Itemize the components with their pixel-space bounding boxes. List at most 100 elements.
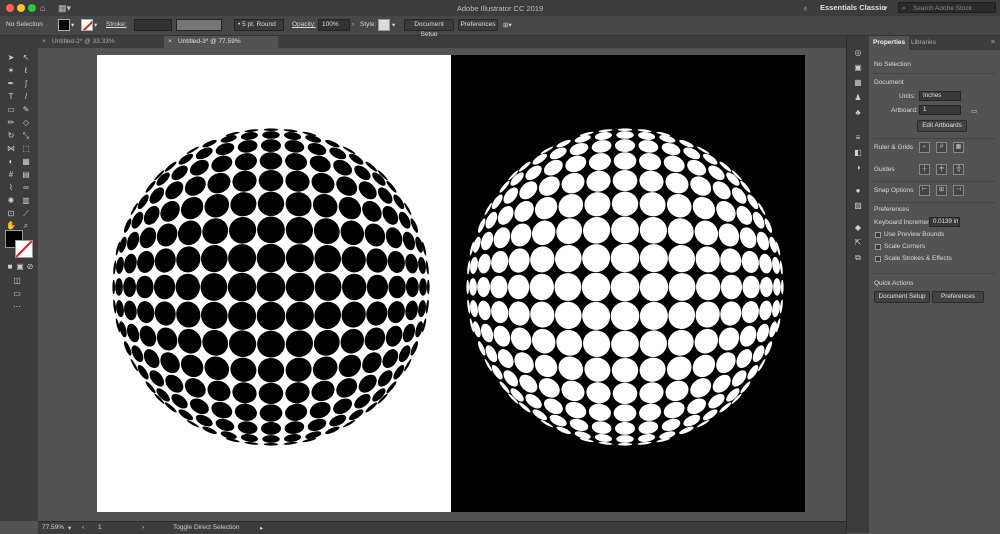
units-dropdown[interactable]: Inches [919, 91, 961, 101]
magic-wand-tool-icon[interactable]: ✶ [6, 66, 16, 76]
status-menu-icon[interactable]: ▸ [260, 524, 263, 532]
tab-properties[interactable]: Properties [869, 36, 910, 50]
screen-mode-icon[interactable]: ▭ [12, 289, 22, 299]
preferences-button[interactable]: Preferences [458, 19, 498, 31]
eraser-tool-icon[interactable]: ◇ [21, 118, 31, 128]
swatches-panel-icon[interactable]: ▦ [853, 78, 863, 88]
column-graph-tool-icon[interactable]: ▥ [21, 196, 31, 206]
stroke-color-swatch[interactable] [81, 19, 93, 31]
stroke-color-box[interactable] [15, 240, 33, 258]
adobe-stock-search-input[interactable]: ⌕ Search Adobe Stock [898, 2, 996, 13]
opacity-field[interactable]: 100% [318, 19, 350, 31]
symbol-sprayer-tool-icon[interactable]: ✺ [6, 196, 16, 206]
chevron-down-icon[interactable]: ▾ [883, 3, 888, 14]
color-mode-icon[interactable]: ■ [5, 262, 15, 272]
paintbrush-tool-icon[interactable]: ✎ [21, 105, 31, 115]
appearance-panel-icon[interactable]: ● [853, 186, 863, 196]
drawing-modes-icon[interactable]: ◫ [12, 276, 22, 286]
rotate-tool-icon[interactable]: ↻ [6, 131, 16, 141]
shape-builder-tool-icon[interactable]: ◐ [6, 157, 16, 167]
none-mode-icon[interactable]: ⊘ [25, 262, 35, 272]
stroke-weight-field[interactable] [134, 19, 172, 31]
gradient-mode-icon[interactable]: ▣ [15, 262, 25, 272]
document-setup-button[interactable]: Document Setup [404, 19, 454, 38]
opacity-label[interactable]: Opacity: [292, 21, 316, 28]
variable-width-profile[interactable] [176, 19, 222, 31]
rulers-icon[interactable]: ⌐ [919, 142, 930, 153]
fill-dropdown-icon[interactable]: ▾ [71, 21, 74, 29]
workspace-switcher[interactable]: Essentials Classic [820, 3, 885, 12]
grid-icon[interactable]: # [936, 142, 947, 153]
width-tool-icon[interactable]: ⋈ [6, 144, 16, 154]
scale-corners-checkbox[interactable] [875, 244, 881, 250]
free-transform-tool-icon[interactable]: ⬚ [21, 144, 31, 154]
curvature-tool-icon[interactable]: ∫ [21, 79, 31, 89]
lasso-tool-icon[interactable]: ℓ [21, 66, 31, 76]
asset-export-icon[interactable]: ⇱ [853, 238, 863, 248]
keyboard-increment-field[interactable]: 0.0139 in [929, 217, 960, 227]
stroke-dropdown-icon[interactable]: ▾ [94, 21, 97, 29]
stroke-panel-icon[interactable]: ≡ [853, 133, 863, 143]
slice-tool-icon[interactable]: ⟋ [21, 209, 31, 219]
artboard-tool-icon[interactable]: ⊡ [6, 209, 16, 219]
line-segment-tool-icon[interactable]: / [21, 92, 31, 102]
artboards[interactable] [97, 55, 805, 512]
artboard-dropdown[interactable]: 1 [919, 105, 961, 115]
stroke-label[interactable]: Stroke: [106, 21, 127, 28]
zoom-dropdown-icon[interactable]: ▾ [68, 524, 71, 532]
show-guides-icon[interactable]: ┼ [919, 164, 930, 175]
fill-color-swatch[interactable] [58, 19, 70, 31]
opacity-dropdown-icon[interactable]: › [352, 21, 354, 28]
units-label: Units: [899, 93, 916, 100]
tab-libraries[interactable]: Libraries [907, 36, 940, 50]
quick-preferences-button[interactable]: Preferences [932, 291, 984, 303]
close-tab-icon[interactable]: × [42, 36, 46, 48]
direct-selection-tool-icon[interactable]: ↖ [21, 53, 31, 63]
prev-artboard-icon[interactable]: ‹ [82, 524, 84, 531]
snap-to-grid-icon[interactable]: ⊞ [936, 185, 947, 196]
rectangle-tool-icon[interactable]: ▭ [6, 105, 16, 115]
mesh-tool-icon[interactable]: # [6, 170, 16, 180]
tab-untitled-3[interactable]: × Untitled-3* @ 77.59% (CMYK/Preview) [164, 36, 278, 57]
brush-definition-dropdown[interactable]: • 5 pt. Round [234, 19, 284, 31]
style-dropdown-icon[interactable]: ▾ [392, 21, 395, 29]
close-tab-icon[interactable]: × [168, 36, 172, 48]
snap-to-pixel-icon[interactable]: ⊣ [953, 185, 964, 196]
panel-menu-icon[interactable]: ≡ [987, 36, 999, 50]
graphic-styles-icon[interactable]: ▨ [853, 201, 863, 211]
zoom-level[interactable]: 77.59% [42, 524, 64, 531]
transparency-panel-icon[interactable]: ◑ [853, 163, 863, 173]
gradient-tool-icon[interactable]: ▤ [21, 170, 31, 180]
layers-panel-icon[interactable]: ◆ [853, 223, 863, 233]
edit-artboards-button[interactable]: Edit Artboards [917, 120, 967, 132]
pen-tool-icon[interactable]: ✒ [6, 79, 16, 89]
perspective-grid-tool-icon[interactable]: ▦ [21, 157, 31, 167]
brushes-panel-icon[interactable]: ♟ [853, 93, 863, 103]
artboards-panel-icon[interactable]: ⧉ [853, 253, 863, 263]
edit-toolbar-icon[interactable]: ⋯ [12, 302, 22, 312]
lightbulb-icon[interactable]: ♁ [802, 3, 809, 13]
artboard-number[interactable]: 1 [98, 524, 102, 531]
lock-guides-icon[interactable]: ╪ [936, 164, 947, 175]
quick-document-setup-button[interactable]: Document Setup [874, 291, 930, 303]
color-guide-icon[interactable]: ▣ [853, 63, 863, 73]
graphic-style-swatch[interactable] [378, 19, 390, 31]
scale-strokes-checkbox[interactable] [875, 256, 881, 262]
smart-guides-icon[interactable]: ╬ [953, 164, 964, 175]
gradient-panel-icon[interactable]: ◧ [853, 148, 863, 158]
snap-to-point-icon[interactable]: ⊢ [919, 185, 930, 196]
scale-tool-icon[interactable]: ⤡ [21, 131, 31, 141]
arrange-documents-icon[interactable]: ⊞▾ [503, 21, 512, 29]
type-tool-icon[interactable]: T [6, 92, 16, 102]
selection-tool-icon[interactable]: ➤ [6, 53, 16, 63]
eyedropper-tool-icon[interactable]: ⌇ [6, 183, 16, 193]
blend-tool-icon[interactable]: ∞ [21, 183, 31, 193]
symbols-panel-icon[interactable]: ♣ [853, 108, 863, 118]
tab-untitled-2[interactable]: × Untitled-2* @ 33.33% (CMYK/Preview) [38, 36, 164, 57]
transparency-grid-icon[interactable]: ▦ [953, 142, 964, 153]
pencil-tool-icon[interactable]: ✏ [6, 118, 16, 128]
next-artboard-icon[interactable]: › [142, 524, 144, 531]
use-preview-bounds-checkbox[interactable] [875, 232, 881, 238]
color-panel-icon[interactable]: ◎ [853, 48, 863, 58]
artboard-options-icon[interactable]: ▭ [971, 107, 977, 115]
